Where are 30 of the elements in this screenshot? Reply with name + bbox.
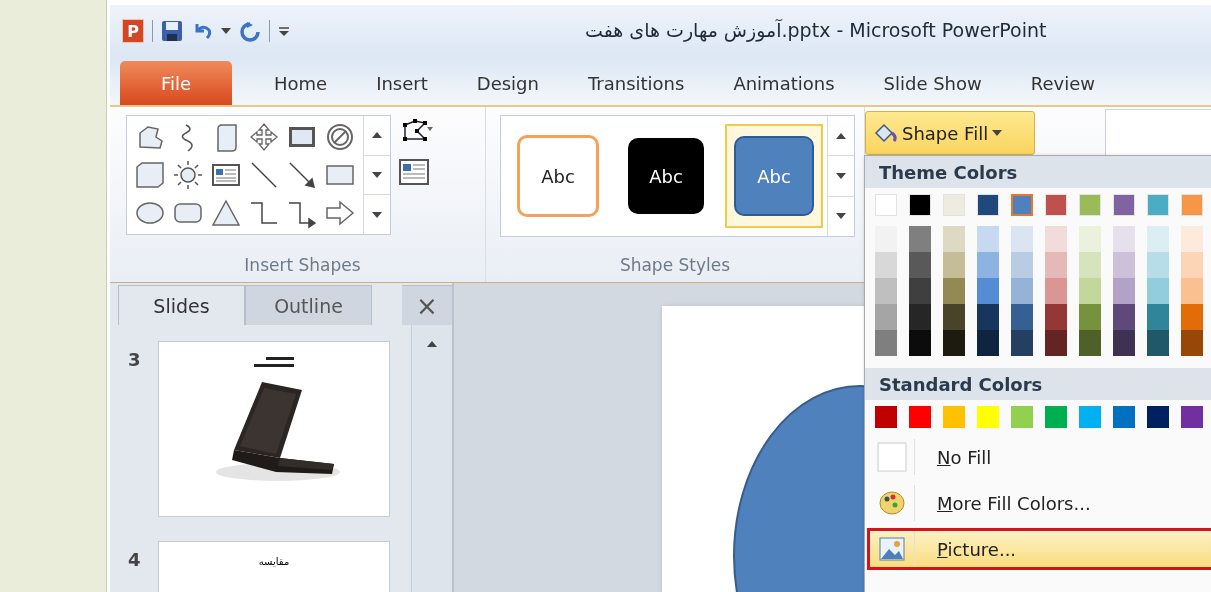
menu-item[interactable]: No Fill	[867, 436, 1211, 478]
ribbon-tab[interactable]: Review	[1008, 61, 1117, 105]
style-option[interactable]: Abc	[617, 124, 715, 228]
ribbon-tab[interactable]: Design	[454, 61, 561, 105]
app-logo: P	[122, 19, 144, 43]
style-option[interactable]: Abc	[725, 124, 823, 228]
style-option[interactable]: Abc	[509, 124, 607, 228]
ribbon-tab[interactable]: Animations	[711, 61, 857, 105]
menu-header: Standard Colors	[865, 368, 1211, 400]
style-preview: Abc	[628, 138, 704, 214]
pane-tab[interactable]: Outline	[245, 285, 372, 325]
menu-item[interactable]: Picture...	[867, 528, 1211, 570]
pane-tab[interactable]: Slides	[118, 285, 245, 325]
ribbon-tab[interactable]: Transitions	[565, 61, 707, 105]
slide-title: مقایسه	[258, 556, 290, 567]
slide-number: 3	[128, 349, 142, 370]
ribbon-tab[interactable]: Slide Show	[861, 61, 1004, 105]
style-preview: Abc	[517, 135, 599, 217]
slide-number: 4	[128, 549, 142, 570]
group-label: Shape Styles	[618, 254, 732, 277]
menu-header: Theme Colors	[865, 156, 1211, 188]
menu-item[interactable]: More Fill Colors...	[867, 482, 1211, 524]
slide-thumbnail[interactable]: مقایسه	[158, 541, 390, 592]
window-title: آموزش مهارت های هفت.pptx - Microsoft PowerPoint	[585, 19, 1047, 41]
ribbon-tab[interactable]: Insert	[354, 61, 450, 105]
shape-fill-button[interactable]: Shape Fill	[865, 111, 1035, 155]
ribbon-tab[interactable]: Home	[252, 61, 350, 105]
close-button[interactable]: ×	[402, 285, 452, 325]
style-preview: Abc	[734, 136, 814, 216]
group-label: Insert Shapes	[243, 254, 362, 277]
